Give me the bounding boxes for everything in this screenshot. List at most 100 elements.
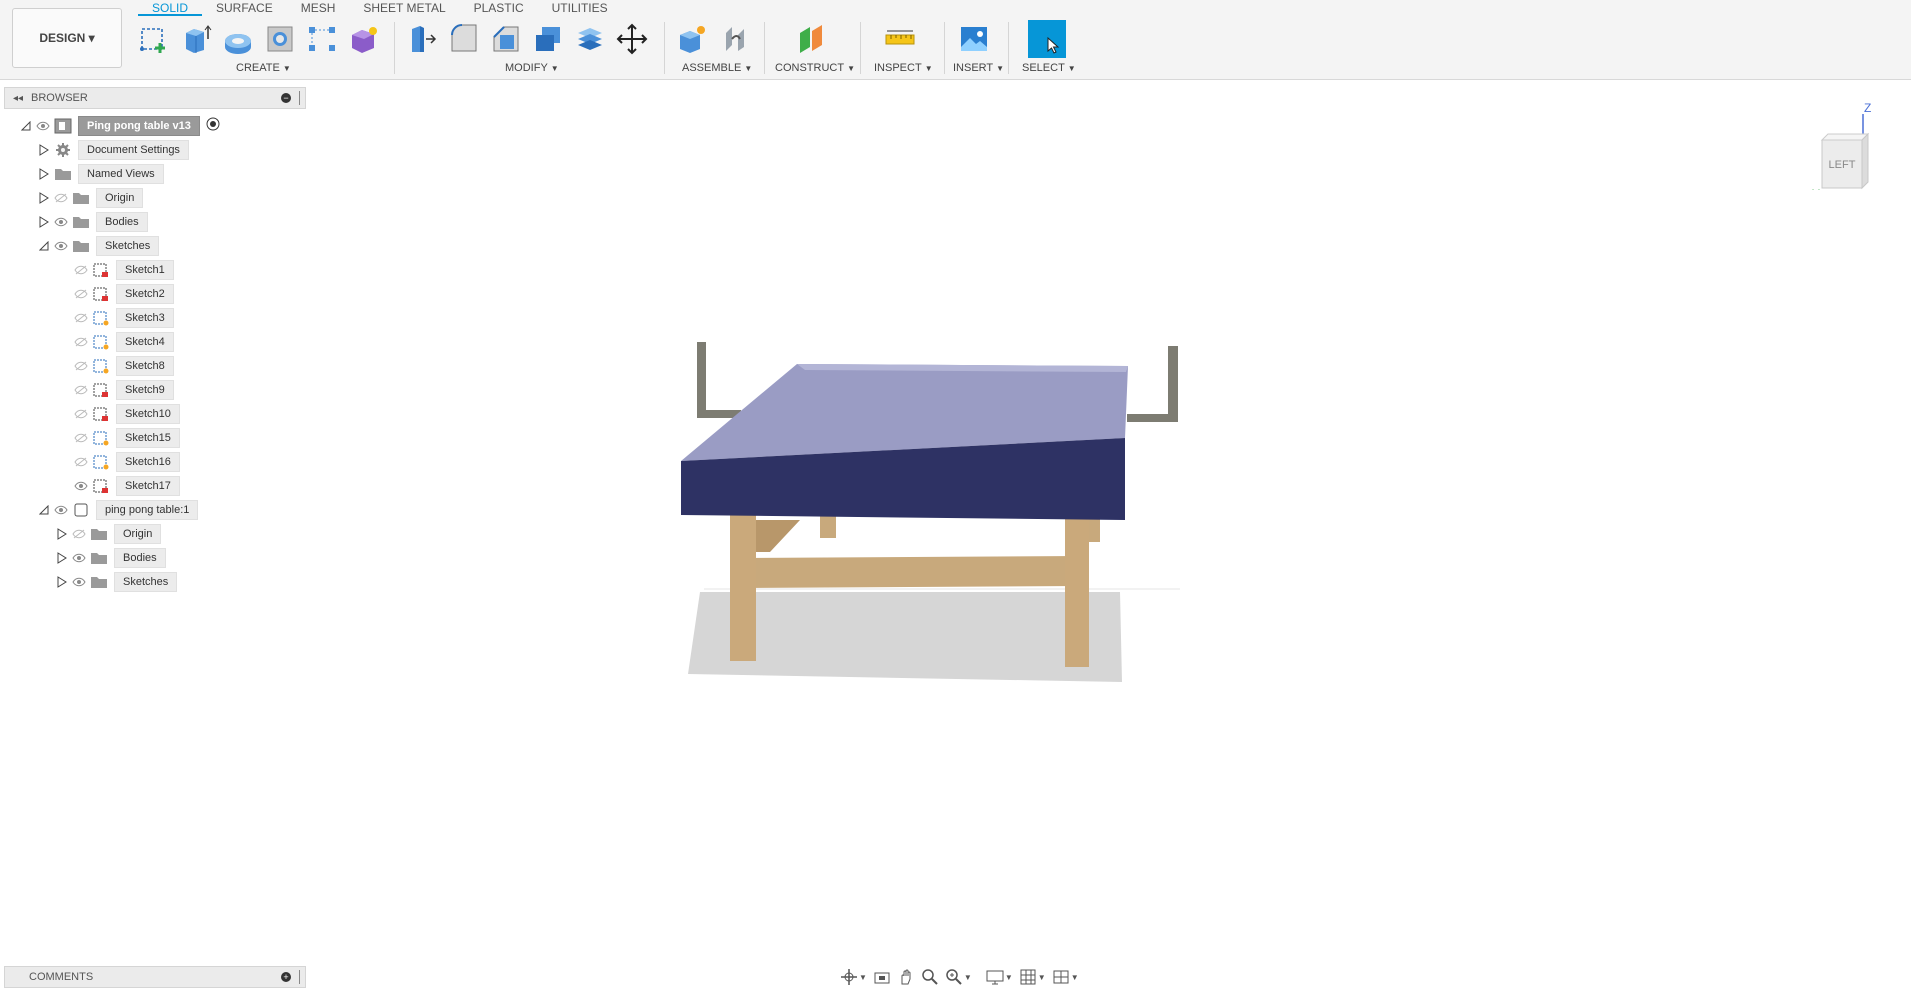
collapse-triangle-icon[interactable] bbox=[18, 114, 34, 138]
eye-icon[interactable] bbox=[70, 546, 88, 570]
zoom-window-icon[interactable]: ▼ bbox=[943, 966, 974, 988]
component-sketches-label[interactable]: Sketches bbox=[114, 572, 178, 592]
tree-row-component[interactable]: ping pong table:1 bbox=[36, 498, 199, 522]
tree-row-sketch[interactable]: Sketch9 bbox=[72, 378, 174, 402]
select-menu[interactable]: SELECT ▼ bbox=[1022, 62, 1076, 74]
insert-menu[interactable]: INSERT ▼ bbox=[953, 62, 1004, 74]
viewports-icon[interactable]: ▼ bbox=[1050, 966, 1081, 988]
sketch-label[interactable]: Sketch10 bbox=[116, 404, 180, 424]
sketch-label[interactable]: Sketch1 bbox=[116, 260, 174, 280]
grip-handle[interactable] bbox=[299, 970, 301, 984]
workspace-design-dropdown[interactable]: DESIGN ▾ bbox=[12, 8, 122, 68]
tab-mesh[interactable]: MESH bbox=[287, 0, 350, 16]
eye-icon[interactable] bbox=[70, 570, 88, 594]
named-views-label[interactable]: Named Views bbox=[78, 164, 164, 184]
new-component-icon[interactable] bbox=[676, 22, 708, 56]
revolve-icon[interactable] bbox=[222, 22, 254, 56]
eye-hidden-icon[interactable] bbox=[72, 354, 90, 378]
hole-icon[interactable] bbox=[264, 22, 296, 56]
orbit-icon[interactable]: ▼ bbox=[838, 966, 869, 988]
chamfer-icon[interactable] bbox=[490, 22, 522, 56]
tree-row-sketch[interactable]: Sketch3 bbox=[72, 306, 174, 330]
tree-row-document-settings[interactable]: Document Settings bbox=[36, 138, 189, 162]
sketch-label[interactable]: Sketch16 bbox=[116, 452, 180, 472]
tree-row-sketch[interactable]: Sketch16 bbox=[72, 450, 180, 474]
eye-icon[interactable] bbox=[52, 498, 70, 522]
eye-icon[interactable] bbox=[52, 210, 70, 234]
plus-icon[interactable]: + bbox=[281, 972, 291, 982]
eye-icon[interactable] bbox=[72, 474, 90, 498]
assemble-menu[interactable]: ASSEMBLE ▼ bbox=[682, 62, 752, 74]
create-sketch-icon[interactable] bbox=[138, 22, 170, 56]
eye-hidden-icon[interactable] bbox=[72, 306, 90, 330]
joint-icon[interactable] bbox=[720, 22, 752, 56]
display-settings-icon[interactable]: ▼ bbox=[984, 966, 1015, 988]
grip-handle[interactable] bbox=[299, 91, 301, 105]
eye-icon[interactable] bbox=[34, 114, 52, 138]
pan-hand-icon[interactable] bbox=[895, 966, 917, 988]
grid-settings-icon[interactable]: ▼ bbox=[1017, 966, 1048, 988]
create-menu[interactable]: CREATE ▼ bbox=[236, 62, 291, 74]
tree-row-sketch[interactable]: Sketch15 bbox=[72, 426, 180, 450]
select-icon[interactable] bbox=[1028, 20, 1066, 58]
tab-plastic[interactable]: PLASTIC bbox=[460, 0, 538, 16]
minus-icon[interactable]: − bbox=[281, 93, 291, 103]
sketch-label[interactable]: Sketch2 bbox=[116, 284, 174, 304]
sketch-label[interactable]: Sketch9 bbox=[116, 380, 174, 400]
modify-menu[interactable]: MODIFY ▼ bbox=[505, 62, 559, 74]
expand-triangle-icon[interactable] bbox=[54, 522, 70, 546]
sketch-label[interactable]: Sketch15 bbox=[116, 428, 180, 448]
bodies-label[interactable]: Bodies bbox=[96, 212, 148, 232]
eye-hidden-icon[interactable] bbox=[72, 450, 90, 474]
document-settings-label[interactable]: Document Settings bbox=[78, 140, 189, 160]
measure-icon[interactable] bbox=[884, 22, 916, 56]
expand-triangle-icon[interactable] bbox=[54, 570, 70, 594]
tree-row-component-sketches[interactable]: Sketches bbox=[54, 570, 178, 594]
eye-hidden-icon[interactable] bbox=[72, 330, 90, 354]
view-cube[interactable]: Z Y LEFT bbox=[1800, 100, 1880, 201]
offset-plane-icon[interactable] bbox=[796, 22, 828, 56]
extrude-icon[interactable] bbox=[180, 22, 212, 56]
table-model[interactable] bbox=[306, 80, 1911, 960]
tree-row-sketch[interactable]: Sketch1 bbox=[72, 258, 174, 282]
insert-image-icon[interactable] bbox=[958, 22, 990, 56]
tab-surface[interactable]: SURFACE bbox=[202, 0, 287, 16]
eye-hidden-icon[interactable] bbox=[70, 522, 88, 546]
eye-hidden-icon[interactable] bbox=[72, 258, 90, 282]
tree-row-bodies[interactable]: Bodies bbox=[36, 210, 148, 234]
expand-triangle-icon[interactable] bbox=[36, 210, 52, 234]
activate-radio-icon[interactable] bbox=[206, 117, 220, 136]
expand-triangle-icon[interactable] bbox=[36, 138, 52, 162]
construct-menu[interactable]: CONSTRUCT ▼ bbox=[775, 62, 855, 74]
tree-row-sketch[interactable]: Sketch4 bbox=[72, 330, 174, 354]
sketches-label[interactable]: Sketches bbox=[96, 236, 160, 256]
eye-icon[interactable] bbox=[52, 234, 70, 258]
origin-label[interactable]: Origin bbox=[96, 188, 144, 208]
tree-row-component-origin[interactable]: Origin bbox=[54, 522, 162, 546]
expand-triangle-icon[interactable] bbox=[54, 546, 70, 570]
component-origin-label[interactable]: Origin bbox=[114, 524, 162, 544]
tab-solid[interactable]: SOLID bbox=[138, 0, 203, 16]
tree-row-sketch[interactable]: Sketch8 bbox=[72, 354, 174, 378]
component-label[interactable]: ping pong table:1 bbox=[96, 500, 199, 520]
press-pull-icon[interactable] bbox=[406, 22, 438, 56]
move-copy-icon[interactable] bbox=[616, 22, 648, 56]
shell-icon[interactable] bbox=[532, 22, 564, 56]
expand-triangle-icon[interactable] bbox=[36, 162, 52, 186]
tab-utilities[interactable]: UTILITIES bbox=[538, 0, 622, 16]
eye-hidden-icon[interactable] bbox=[72, 282, 90, 306]
tree-row-sketch[interactable]: Sketch17 bbox=[72, 474, 180, 498]
eye-hidden-icon[interactable] bbox=[72, 402, 90, 426]
tree-row-origin[interactable]: Origin bbox=[36, 186, 144, 210]
eye-hidden-icon[interactable] bbox=[52, 186, 70, 210]
tree-row-root[interactable]: Ping pong table v13 bbox=[18, 114, 220, 138]
inspect-menu[interactable]: INSPECT ▼ bbox=[874, 62, 933, 74]
pattern-icon[interactable] bbox=[306, 22, 338, 56]
sketch-label[interactable]: Sketch17 bbox=[116, 476, 180, 496]
collapse-triangle-icon[interactable] bbox=[36, 234, 52, 258]
sketch-label[interactable]: Sketch8 bbox=[116, 356, 174, 376]
tree-row-sketch[interactable]: Sketch10 bbox=[72, 402, 180, 426]
expand-triangle-icon[interactable] bbox=[36, 186, 52, 210]
root-label[interactable]: Ping pong table v13 bbox=[78, 116, 200, 136]
sketch-label[interactable]: Sketch3 bbox=[116, 308, 174, 328]
